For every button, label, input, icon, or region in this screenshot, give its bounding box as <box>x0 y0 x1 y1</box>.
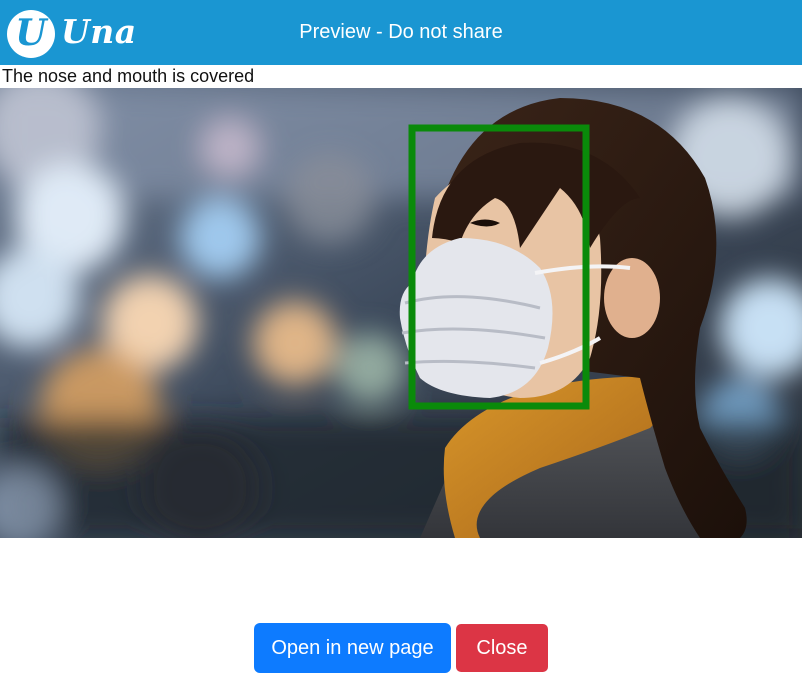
page-title: Preview - Do not share <box>299 21 503 43</box>
detection-caption: The nose and mouth is covered <box>2 66 255 86</box>
header-bar: U Una Preview - Do not share <box>0 0 802 65</box>
una-logo: U Una <box>7 8 137 58</box>
preview-window: U Una Preview - Do not share The nose an… <box>0 0 802 676</box>
logo-wordmark: Una <box>61 12 137 51</box>
logo-mark: U <box>15 12 47 54</box>
preview-photo <box>0 88 802 538</box>
open-in-new-page-button[interactable]: Open in new page <box>255 624 450 672</box>
ear <box>604 258 660 338</box>
face-mask <box>399 238 553 398</box>
close-button[interactable]: Close <box>456 624 548 672</box>
